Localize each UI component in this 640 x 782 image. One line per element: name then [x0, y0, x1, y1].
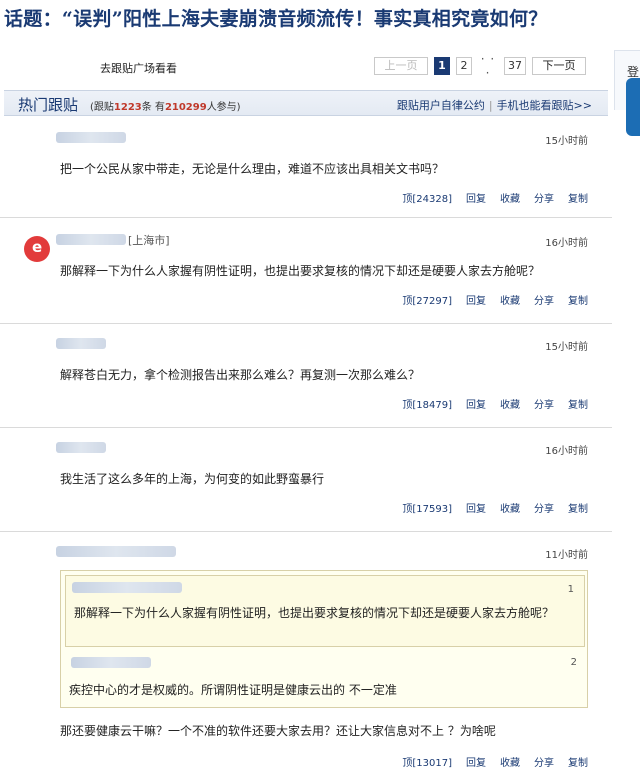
comment-actions: 顶[13017] 回复 收藏 分享 复制 — [388, 754, 588, 769]
goto-plaza-link[interactable]: 去跟贴广场看看 — [100, 60, 177, 76]
toolbar: 去跟贴广场看看 上一页 1 2 · · · 37 下一页 — [0, 52, 612, 80]
upvote-button[interactable]: 顶[27297] — [402, 296, 452, 307]
topic-quoted-word: “误判” — [61, 8, 123, 30]
blurred-username — [56, 442, 106, 453]
copy-button[interactable]: 复制 — [568, 194, 588, 205]
share-button[interactable]: 分享 — [534, 504, 554, 515]
share-button[interactable]: 分享 — [534, 296, 554, 307]
pledge-link[interactable]: 跟贴用户自律公约 — [397, 99, 485, 112]
participant-count: 210299 — [164, 102, 207, 113]
upvote-button[interactable]: 顶[24328] — [402, 194, 452, 205]
comment-actions: 顶[17593] 回复 收藏 分享 复制 — [388, 500, 588, 515]
comment-text: 我生活了这么多年的上海，为何变的如此野蛮暴行 — [60, 472, 325, 486]
favorite-button[interactable]: 收藏 — [500, 504, 520, 515]
pagination: 上一页 1 2 · · · 37 下一页 — [374, 52, 592, 80]
page-ellipsis: · · · — [480, 52, 496, 80]
favorite-button[interactable]: 收藏 — [500, 758, 520, 769]
reply-button[interactable]: 回复 — [466, 194, 486, 205]
blurred-username — [56, 234, 126, 245]
side-tab[interactable] — [626, 78, 640, 136]
comment-text: 解释苍白无力，拿个检测报告出来那么难么？再复测一次那么难么？ — [60, 368, 421, 382]
page-1-button[interactable]: 1 — [434, 57, 450, 75]
upvote-button[interactable]: 顶[18479] — [402, 400, 452, 411]
share-button[interactable]: 分享 — [534, 194, 554, 205]
link-separator: | — [488, 99, 493, 112]
quote-block: 1 那解释一下为什么人家握有阴性证明，也提出要求复核的情况下却还是硬要人家去方舱… — [65, 575, 585, 647]
comment-text: 那解释一下为什么人家握有阴性证明，也提出要求复核的情况下却还是硬要人家去方舱呢？ — [60, 264, 541, 278]
reply-count: 1223 — [113, 102, 142, 113]
page-2-button[interactable]: 2 — [456, 57, 472, 75]
stats-mid: 条 有 — [141, 102, 165, 113]
blurred-username — [72, 582, 182, 593]
share-button[interactable]: 分享 — [534, 400, 554, 411]
comment-text: 把一个公民从家中带走，无论是什么理由，难道不应该出具相关文书吗？ — [60, 162, 445, 176]
comment-time: 15小时前 — [545, 136, 588, 147]
topic-prefix: 话题： — [4, 8, 62, 30]
favorite-button[interactable]: 收藏 — [500, 400, 520, 411]
comment-item: 11小时前 1 那解释一下为什么人家握有阴性证明，也提出要求复核的情况下却还是硬… — [0, 534, 612, 780]
quote-text: 那解释一下为什么人家握有阴性证明，也提出要求复核的情况下却还是硬要人家去方舱呢？ — [74, 606, 555, 620]
copy-button[interactable]: 复制 — [568, 758, 588, 769]
comment-item: 15小时前 解释苍白无力，拿个检测报告出来那么难么？再复测一次那么难么？ 顶[1… — [0, 326, 612, 428]
comment-actions: 顶[27297] 回复 收藏 分享 复制 — [388, 292, 588, 307]
share-button[interactable]: 分享 — [534, 758, 554, 769]
comment-time: 11小时前 — [545, 550, 588, 561]
comment-item: [上海市] 16小时前 那解释一下为什么人家握有阴性证明，也提出要求复核的情况下… — [0, 220, 612, 324]
comment-item: 15小时前 把一个公民从家中带走，无论是什么理由，难道不应该出具相关文书吗？ 顶… — [0, 126, 612, 218]
topic-headline: 阳性上海夫妻崩溃音频流传！事实真相究竟如何？ — [122, 8, 548, 30]
comment-item: 16小时前 我生活了这么多年的上海，为何变的如此野蛮暴行 顶[17593] 回复 收… — [0, 430, 612, 532]
comment-stats: (跟贴1223条 有210299人参与) — [90, 98, 241, 113]
favorite-button[interactable]: 收藏 — [500, 194, 520, 205]
comment-time: 16小时前 — [545, 446, 588, 457]
blurred-username — [71, 657, 151, 668]
reply-button[interactable]: 回复 — [466, 296, 486, 307]
hot-comments-header: 热门跟贴 (跟贴1223条 有210299人参与) 跟贴用户自律公约 | 手机也能看… — [4, 90, 608, 116]
last-page-button[interactable]: 37 — [504, 57, 526, 75]
reply-button[interactable]: 回复 — [466, 400, 486, 411]
hot-header-links: 跟贴用户自律公约 | 手机也能看跟贴>> — [397, 97, 592, 113]
upvote-button[interactable]: 顶[13017] — [402, 758, 452, 769]
reply-button[interactable]: 回复 — [466, 504, 486, 515]
user-location: [上海市] — [128, 234, 170, 247]
copy-button[interactable]: 复制 — [568, 504, 588, 515]
topic-title: 话题：“误判”阳性上海夫妻崩溃音频流传！事实真相究竟如何？ — [4, 4, 640, 38]
quote-floor-number: 2 — [570, 657, 577, 668]
prev-page-button[interactable]: 上一页 — [374, 57, 428, 75]
stats-prefix: (跟贴 — [90, 102, 114, 113]
comment-time: 15小时前 — [545, 342, 588, 353]
blurred-username — [56, 338, 106, 349]
user-avatar[interactable] — [24, 236, 50, 262]
upvote-button[interactable]: 顶[17593] — [402, 504, 452, 515]
quote-text: 疾控中心的才是权威的。所谓阴性证明是健康云出的 不一定准 — [69, 683, 397, 697]
next-page-button[interactable]: 下一页 — [532, 57, 586, 75]
comment-actions: 顶[24328] 回复 收藏 分享 复制 — [388, 190, 588, 205]
quoted-thread: 1 那解释一下为什么人家握有阴性证明，也提出要求复核的情况下却还是硬要人家去方舱… — [60, 570, 588, 708]
reply-button[interactable]: 回复 — [466, 758, 486, 769]
mobile-link[interactable]: 手机也能看跟贴>> — [497, 99, 592, 112]
comment-text: 那还要健康云干嘛？一个不准的软件还要大家去用？还让大家信息对不上 ？为啥呢 — [60, 724, 496, 738]
comment-time: 16小时前 — [545, 238, 588, 249]
stats-suffix: 人参与) — [206, 102, 241, 113]
hot-comments-title: 热门跟贴 — [18, 96, 79, 114]
copy-button[interactable]: 复制 — [568, 296, 588, 307]
blurred-username — [56, 132, 126, 143]
favorite-button[interactable]: 收藏 — [500, 296, 520, 307]
comment-actions: 顶[18479] 回复 收藏 分享 复制 — [388, 396, 588, 411]
blurred-username — [56, 546, 176, 557]
copy-button[interactable]: 复制 — [568, 400, 588, 411]
quote-floor-number: 1 — [567, 584, 574, 595]
